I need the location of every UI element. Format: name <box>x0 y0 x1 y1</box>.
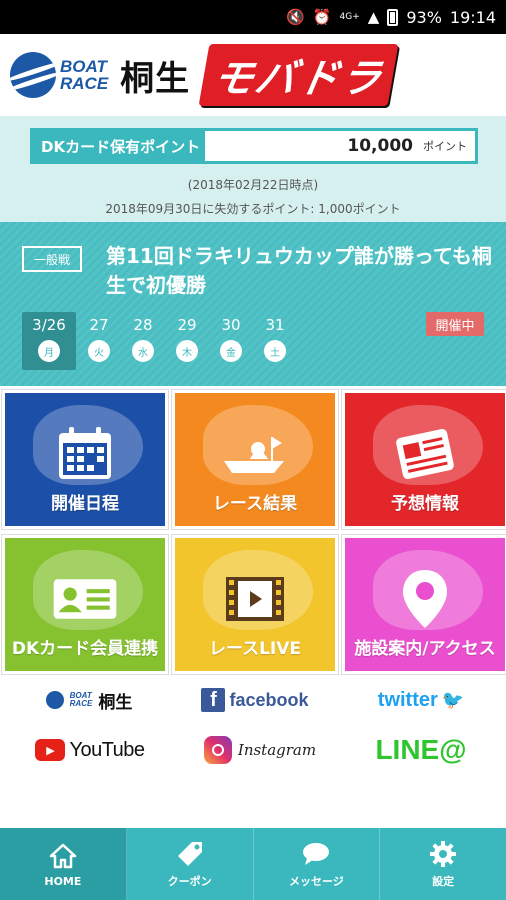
race-day-weekday: 火 <box>88 340 110 362</box>
line-label: LINE@ <box>375 734 467 765</box>
tile-race-live[interactable]: レースLIVE <box>171 534 339 675</box>
logo-text-boat: BOAT <box>60 57 107 76</box>
venue-logo: 桐生 <box>120 58 191 99</box>
race-day-date: 31 <box>265 316 285 334</box>
bottom-nav: HOME クーポン メッセージ 設定 <box>0 828 506 900</box>
instagram-icon <box>203 736 232 764</box>
facebook-link[interactable]: f facebook <box>200 684 310 716</box>
race-day[interactable]: 29 木 <box>166 312 208 370</box>
points-label: DKカード保有ポイント <box>33 131 205 161</box>
youtube-label: YouTube <box>69 738 145 761</box>
nav-coupon[interactable]: クーポン <box>127 828 254 900</box>
tile-facility-access[interactable]: 施設案内/アクセス <box>341 534 506 675</box>
home-icon <box>49 841 77 871</box>
facebook-icon: f <box>201 688 226 712</box>
app-logo: モバドラ <box>198 44 399 106</box>
race-day[interactable]: 3/26 月 <box>22 312 76 370</box>
newspaper-icon <box>392 423 458 485</box>
instagram-label: Instagram <box>237 741 317 759</box>
race-news-panel[interactable]: 一般戦 第11回ドラキリュウカップ誰が勝っても桐生で初優勝 3/26 月 27 … <box>0 222 506 386</box>
logo-text-race: RACE <box>60 74 109 93</box>
social-links: BOAT RACE 桐生 f facebook twitter 🐦 ▶ YouT… <box>0 678 506 828</box>
instagram-link[interactable]: Instagram <box>200 734 320 766</box>
twitter-bird-icon: 🐦 <box>441 689 465 711</box>
nav-settings[interactable]: 設定 <box>380 828 506 900</box>
nav-label: クーポン <box>167 875 212 888</box>
race-day-weekday: 月 <box>38 340 60 362</box>
points-unit: ポイント <box>423 140 467 153</box>
nav-label: 設定 <box>432 875 455 888</box>
nav-label: メッセージ <box>288 875 344 888</box>
status-bar: 🔇 ⏰ 4G+ ▲ 93% 19:14 <box>0 0 506 34</box>
mute-icon: 🔇 <box>286 8 305 26</box>
member-card-icon <box>52 568 118 630</box>
nav-label: HOME <box>44 874 82 888</box>
race-day-date: 27 <box>89 316 109 334</box>
boatrace-logo: BOAT RACE <box>10 52 108 98</box>
tile-label: レース結果 <box>212 494 298 514</box>
tile-label: 開催日程 <box>51 494 119 514</box>
race-day[interactable]: 27 火 <box>78 312 120 370</box>
mini-logo-venue: 桐生 <box>98 692 133 713</box>
message-bubble-icon <box>301 839 331 869</box>
nav-home[interactable]: HOME <box>0 828 127 900</box>
line-link[interactable]: LINE@ <box>366 732 476 768</box>
race-grade-badge: 一般戦 <box>22 246 82 272</box>
points-expiring: 2018年09月30日に失効するポイント: 1,000ポイント <box>105 202 401 216</box>
points-box[interactable]: DKカード保有ポイント 10,000 ポイント <box>30 128 478 164</box>
in-session-badge: 開催中 <box>426 312 484 336</box>
boatrace-kiryu-link[interactable]: BOAT RACE 桐生 <box>34 684 144 716</box>
race-day-date: 29 <box>177 316 197 334</box>
race-day[interactable]: 31 土 <box>254 312 296 370</box>
tile-dk-card-link[interactable]: DKカード会員連携 <box>1 534 169 675</box>
facebook-label: facebook <box>229 689 309 710</box>
youtube-link[interactable]: ▶ YouTube <box>30 734 150 766</box>
boatrace-emblem-icon <box>10 52 56 98</box>
battery-icon <box>387 8 399 26</box>
race-day-selector: 3/26 月 27 火 28 水 29 木 30 金 31 土 <box>22 312 296 370</box>
tile-label: DKカード会員連携 <box>11 639 159 659</box>
clock: 19:14 <box>449 7 496 27</box>
race-day-weekday: 金 <box>220 340 242 362</box>
tile-label: 施設案内/アクセス <box>354 639 496 659</box>
network-type: 4G+ <box>339 11 360 22</box>
race-title[interactable]: 第11回ドラキリュウカップ誰が勝っても桐生で初優勝 <box>106 242 496 300</box>
mini-logo-race: RACE <box>69 699 93 708</box>
battery-percent: 93% <box>406 7 442 27</box>
tile-label: 予想情報 <box>391 494 459 514</box>
points-value: 10,000 <box>347 136 413 156</box>
menu-grid: 開催日程 レース結果 予想情報 DKカード会員連携 レースLIVE 施設案内/ア <box>0 389 506 675</box>
gear-icon <box>429 839 457 869</box>
boat-icon <box>222 423 288 485</box>
race-day-weekday: 水 <box>132 340 154 362</box>
race-day[interactable]: 30 金 <box>210 312 252 370</box>
coupon-tag-icon <box>176 839 204 869</box>
tile-predictions[interactable]: 予想情報 <box>341 389 506 530</box>
calendar-icon <box>52 423 118 485</box>
video-play-icon <box>222 568 288 630</box>
points-as-of: (2018年02月22日時点) <box>187 178 319 192</box>
alarm-icon: ⏰ <box>312 8 332 26</box>
nav-message[interactable]: メッセージ <box>254 828 381 900</box>
race-day-date: 30 <box>221 316 241 334</box>
points-panel: DKカード保有ポイント 10,000 ポイント (2018年02月22日時点) … <box>0 116 506 222</box>
youtube-play-icon: ▶ <box>35 739 66 761</box>
map-pin-icon <box>392 568 458 630</box>
race-day[interactable]: 28 水 <box>122 312 164 370</box>
race-day-date: 28 <box>133 316 153 334</box>
tile-race-results[interactable]: レース結果 <box>171 389 339 530</box>
race-day-weekday: 木 <box>176 340 198 362</box>
race-day-weekday: 土 <box>264 340 286 362</box>
app-header: BOAT RACE 桐生 モバドラ <box>0 34 506 116</box>
race-day-date: 3/26 <box>32 316 66 334</box>
tile-schedule[interactable]: 開催日程 <box>1 389 169 530</box>
twitter-label: twitter <box>377 688 438 711</box>
boatrace-emblem-icon <box>45 691 64 709</box>
twitter-link[interactable]: twitter 🐦 <box>366 684 476 716</box>
tile-label: レースLIVE <box>208 639 302 659</box>
signal-icon: ▲ <box>367 8 380 26</box>
